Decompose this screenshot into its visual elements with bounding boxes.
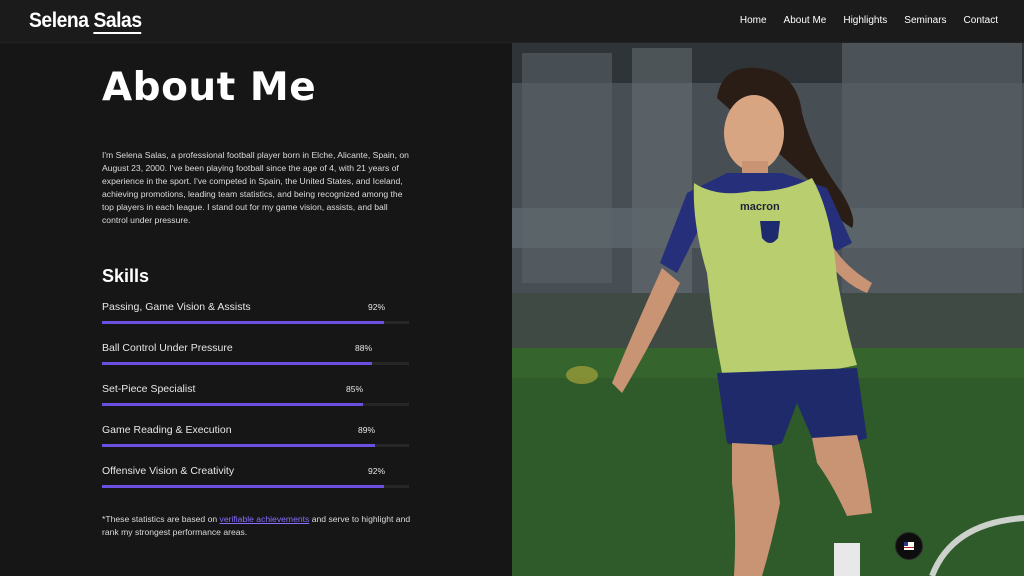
skill-label: Set-Piece Specialist [102,383,196,395]
skill-bar-fill [102,362,373,365]
page-title: About Me [102,65,317,110]
site-header: Selena Salas Home About Me Highlights Se… [0,0,1024,43]
nav-seminars[interactable]: Seminars [904,15,946,26]
skill-label: Ball Control Under Pressure [102,342,233,354]
skill-percent: 92% [368,466,386,476]
main-nav: Home About Me Highlights Seminars Contac… [740,15,998,26]
stadium-window [522,53,612,283]
skill-row: Set-Piece Specialist 85% [102,383,409,413]
player-face [724,95,784,171]
player-sock [834,543,860,576]
stats-note: *These statistics are based on verifiabl… [102,513,412,539]
nav-about-me[interactable]: About Me [784,15,827,26]
site-logo[interactable]: Selena Salas [29,9,142,34]
about-section: About Me I'm Selena Salas, a professiona… [0,43,512,576]
skill-row: Offensive Vision & Creativity 92% [102,465,409,495]
nav-home[interactable]: Home [740,15,767,26]
stadium-stands [842,43,1022,313]
bib-brand-text: macron [740,201,780,213]
skill-bar-track [102,362,409,365]
player-photo: macron [512,43,1024,576]
skill-bar-track [102,321,409,324]
skill-bar-track [102,403,409,406]
page: Selena Salas Home About Me Highlights Se… [0,0,1024,576]
skill-label: Game Reading & Execution [102,424,232,436]
skill-bar-track [102,485,409,488]
skill-bar-fill [102,485,385,488]
skill-bar-fill [102,403,363,406]
training-cone [566,366,598,384]
scroll-top-button[interactable] [895,532,923,560]
skill-row: Ball Control Under Pressure 88% [102,342,409,372]
logo-last-name: Salas [93,9,142,34]
note-text-before: *These statistics are based on [102,514,220,524]
player-photo-illustration: macron [512,43,1024,576]
skill-percent: 88% [355,343,373,353]
skill-percent: 92% [368,302,386,312]
skill-row: Game Reading & Execution 89% [102,424,409,454]
skill-percent: 89% [358,425,376,435]
logo-first-name: Selena [29,9,94,32]
skill-bar-fill [102,444,376,447]
nav-contact[interactable]: Contact [964,15,998,26]
skill-row: Passing, Game Vision & Assists 92% [102,301,409,331]
skill-percent: 85% [346,384,364,394]
skills-heading: Skills [102,266,150,286]
skill-bar-fill [102,321,385,324]
skill-bar-track [102,444,409,447]
verifiable-achievements-link[interactable]: verifiable achievements [220,514,310,524]
skill-label: Offensive Vision & Creativity [102,465,235,477]
skill-label: Passing, Game Vision & Assists [102,301,251,313]
nav-highlights[interactable]: Highlights [843,15,887,26]
bio-paragraph: I'm Selena Salas, a professional footbal… [102,150,409,225]
flag-icon [904,542,914,550]
